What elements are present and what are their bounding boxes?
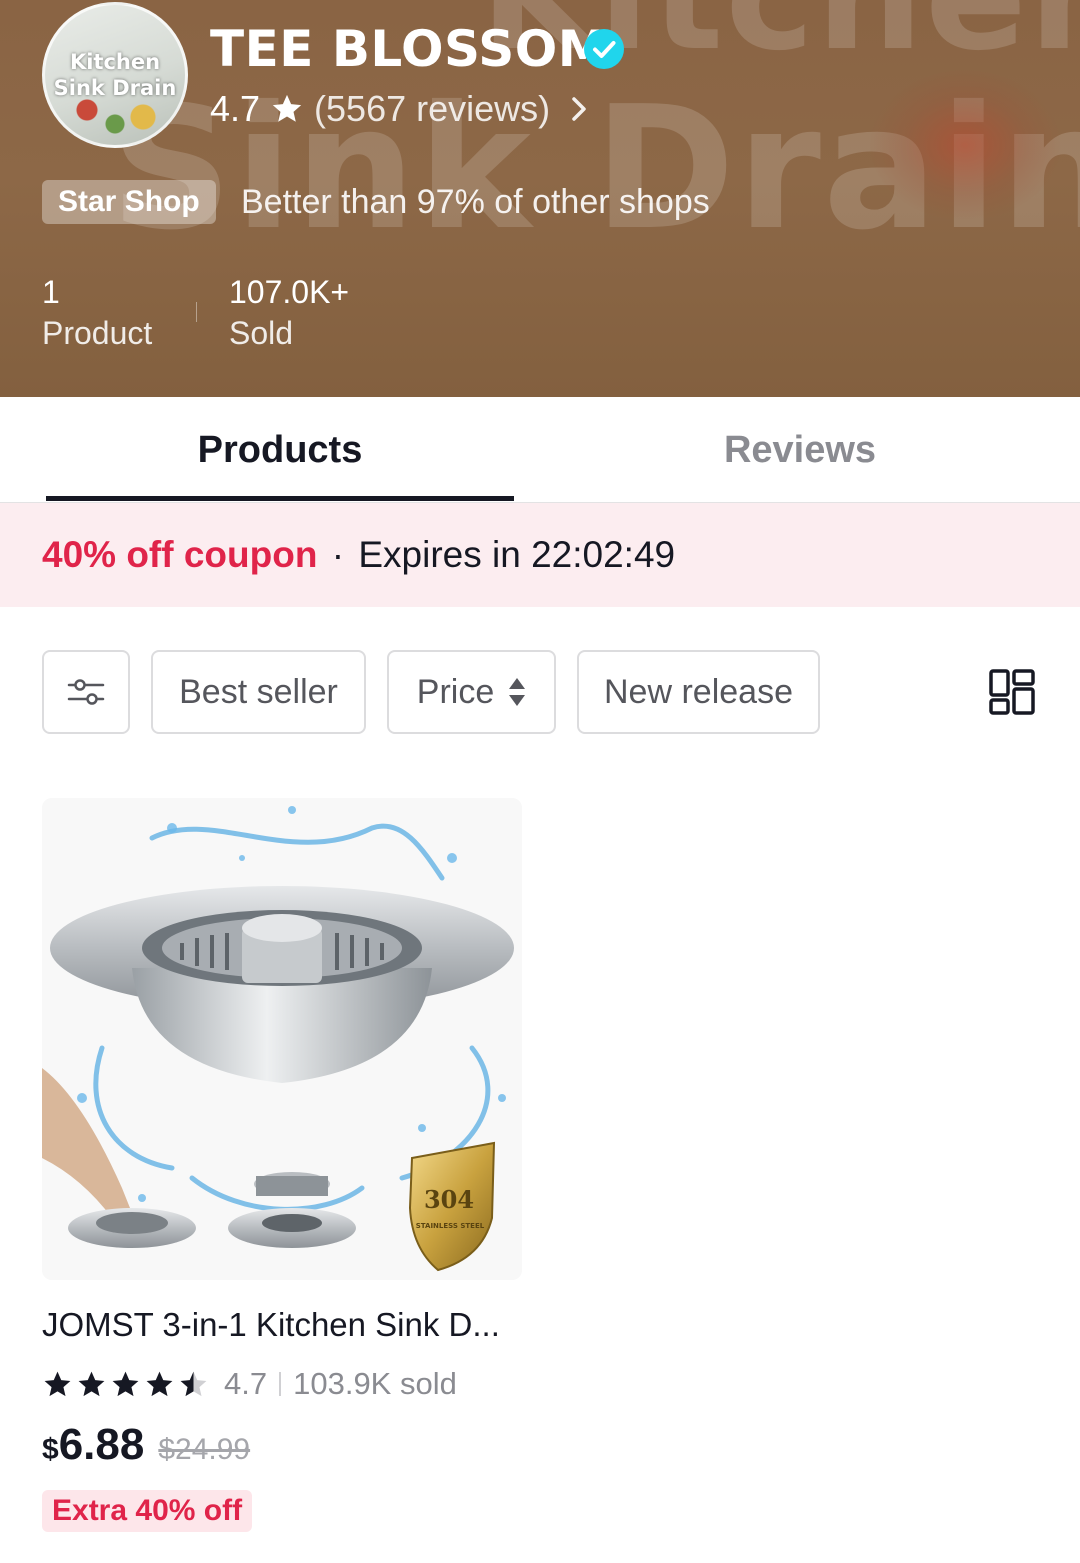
shop-name: TEE BLOSSOM (210, 20, 609, 78)
tab-reviews[interactable]: Reviews (566, 397, 1034, 503)
star-full-icon (44, 1371, 71, 1396)
shop-avatar-text: Kitchen Sink Drain (53, 50, 177, 100)
shop-tabs: Products Reviews (0, 397, 1080, 503)
shop-review-count: (5567 reviews) (314, 88, 551, 129)
coupon-offer: 40% off coupon (42, 534, 318, 575)
star-shop-description: Better than 97% of other shops (241, 183, 710, 221)
product-stars (42, 1369, 212, 1400)
product-count-stat: 1 Product (42, 272, 152, 354)
shop-rating-row[interactable]: 4.7 (5567 reviews) (210, 86, 590, 132)
star-icon (272, 94, 302, 122)
product-price-line: $ 6.88 $24.99 (42, 1420, 250, 1476)
tab-products[interactable]: Products (46, 397, 514, 503)
star-full-icon (146, 1371, 173, 1396)
image-badge-number: 304 (424, 1185, 474, 1214)
product-count-value: 1 (42, 274, 60, 310)
product-title[interactable]: JOMST 3-in-1 Kitchen Sink D... (42, 1304, 522, 1346)
sold-count-label: Sold (229, 315, 294, 351)
sort-arrows-icon (509, 678, 526, 706)
shop-rating-value: 4.7 (210, 88, 261, 129)
star-shop-badge: Star Shop (42, 180, 216, 224)
shop-header: Kitchen Sink Drain Kitchen Sink Drain TE… (0, 0, 1080, 397)
active-tab-indicator (46, 496, 514, 501)
header-background-decoration (870, 70, 1060, 220)
promo-badge: Extra 40% off (42, 1490, 253, 1532)
sort-best-seller-button[interactable]: Best seller (151, 650, 366, 734)
sort-new-release-label: New release (604, 672, 793, 711)
sink-drain-illustration: 304 STAINLESS STEEL (42, 798, 522, 1280)
sort-new-release-button[interactable]: New release (577, 650, 820, 734)
sold-count-stat: 107.0K+ Sold (229, 272, 349, 354)
star-half-icon (180, 1371, 207, 1396)
sold-count-value: 107.0K+ (229, 274, 350, 310)
sort-price-button[interactable]: Price (387, 650, 556, 734)
coupon-expiry: Expires in 22:02:49 (358, 534, 676, 575)
coupon-separator: · (331, 534, 345, 575)
shop-avatar[interactable]: Kitchen Sink Drain (42, 2, 188, 148)
stat-divider (196, 302, 197, 322)
original-price: $24.99 (158, 1433, 251, 1466)
image-badge-text: STAINLESS STEEL (416, 1222, 485, 1230)
filter-sliders-icon (67, 679, 105, 705)
price-currency: $ (42, 1433, 59, 1466)
product-rating-line: 4.7 103.9K sold (42, 1364, 457, 1404)
sort-price-label: Price (416, 672, 495, 711)
grid-layout-icon[interactable] (988, 668, 1036, 716)
star-full-icon (78, 1371, 105, 1396)
product-price: 6.88 (58, 1420, 145, 1469)
product-image[interactable]: 304 STAINLESS STEEL (42, 798, 522, 1280)
rating-sold-divider (279, 1372, 282, 1396)
coupon-banner[interactable]: 40% off coupon · Expires in 22:02:49 (0, 503, 1080, 607)
filter-button[interactable] (42, 650, 130, 734)
star-full-icon (112, 1371, 139, 1396)
chevron-right-icon (572, 97, 586, 121)
product-sold-count: 103.9K sold (293, 1366, 457, 1401)
sort-best-seller-label: Best seller (179, 672, 338, 711)
verified-badge-icon (584, 29, 624, 69)
product-count-label: Product (42, 315, 153, 351)
product-rating-value: 4.7 (224, 1366, 268, 1401)
